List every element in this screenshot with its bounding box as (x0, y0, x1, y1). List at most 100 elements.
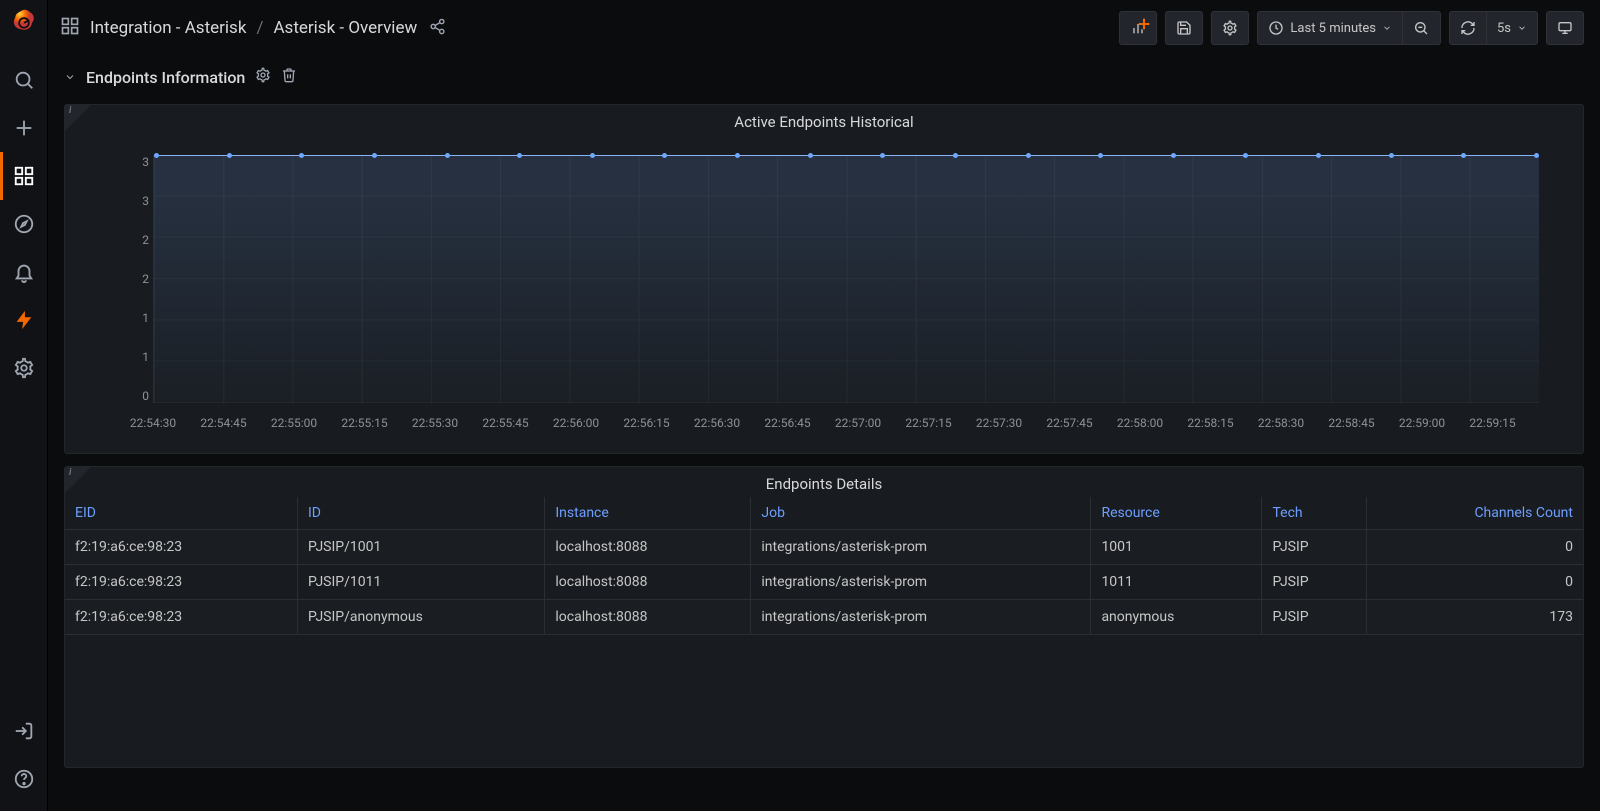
gear-icon (13, 357, 35, 379)
bell-icon (13, 261, 35, 283)
nav-search-button[interactable] (0, 56, 48, 104)
table-cell: integrations/asterisk-prom (751, 530, 1091, 565)
chart-area[interactable]: 3322110 22:54:3022:54:4522:55:0022:55:15… (65, 135, 1583, 435)
zoom-out-icon (1413, 20, 1429, 36)
refresh-interval-label: 5s (1497, 21, 1511, 36)
table-cell: f2:19:a6:ce:98:23 (65, 530, 297, 565)
time-picker: Last 5 minutes (1257, 11, 1441, 45)
table-cell: anonymous (1091, 600, 1262, 635)
table-row[interactable]: f2:19:a6:ce:98:23PJSIP/1011localhost:808… (65, 565, 1583, 600)
data-point (1026, 153, 1031, 158)
panel-title: Active Endpoints Historical (65, 105, 1583, 135)
chevron-down-icon (1517, 23, 1527, 33)
endpoints-details-table: EIDIDInstanceJobResourceTechChannels Cou… (65, 497, 1583, 635)
data-point (299, 153, 304, 158)
x-tick: 22:58:45 (1328, 416, 1374, 430)
y-tick: 2 (142, 272, 149, 286)
nav-help-button[interactable] (0, 755, 48, 803)
dashboard-settings-button[interactable] (1211, 11, 1249, 45)
data-point (880, 153, 885, 158)
gear-icon (1222, 20, 1238, 36)
y-tick: 3 (142, 194, 149, 208)
panel-info-handle[interactable] (65, 467, 91, 493)
table-header-cell[interactable]: Tech (1262, 497, 1366, 530)
table-cell: PJSIP (1262, 530, 1366, 565)
panel-endpoints-details[interactable]: Endpoints Details EIDIDInstanceJobResour… (64, 466, 1584, 768)
nav-dashboards-button[interactable] (0, 152, 48, 200)
data-point (808, 153, 813, 158)
nav-explore-button[interactable] (0, 200, 48, 248)
data-point (372, 153, 377, 158)
table-header-cell[interactable]: Job (751, 497, 1091, 530)
save-dashboard-button[interactable] (1165, 11, 1203, 45)
refresh-interval-button[interactable]: 5s (1487, 11, 1538, 45)
table-cell: f2:19:a6:ce:98:23 (65, 565, 297, 600)
x-tick: 22:59:15 (1469, 416, 1515, 430)
table-cell: localhost:8088 (545, 600, 751, 635)
table-row[interactable]: f2:19:a6:ce:98:23PJSIP/1001localhost:808… (65, 530, 1583, 565)
x-tick: 22:57:30 (976, 416, 1022, 430)
refresh-now-button[interactable] (1449, 11, 1487, 45)
table-cell: integrations/asterisk-prom (751, 600, 1091, 635)
x-tick: 22:55:00 (271, 416, 317, 430)
data-point (735, 153, 740, 158)
data-point (662, 153, 667, 158)
dashboard-body: Endpoints Information Active Endpoints H… (48, 62, 1600, 811)
x-tick: 22:58:15 (1187, 416, 1233, 430)
chevron-down-icon (1382, 23, 1392, 33)
table-cell: 1001 (1091, 530, 1262, 565)
data-point (1171, 153, 1176, 158)
help-icon (13, 768, 35, 790)
data-point (517, 153, 522, 158)
cycle-view-button[interactable] (1546, 11, 1584, 45)
table-cell: PJSIP (1262, 600, 1366, 635)
row-delete-button[interactable] (281, 67, 297, 87)
table-header-cell[interactable]: ID (297, 497, 544, 530)
data-point (1098, 153, 1103, 158)
row-settings-button[interactable] (255, 67, 271, 87)
share-button[interactable] (429, 18, 446, 39)
nav-incidents-button[interactable] (0, 296, 48, 344)
x-axis-ticks: 22:54:3022:54:4522:55:0022:55:1522:55:30… (153, 416, 1539, 430)
table-header-cell[interactable]: Instance (545, 497, 751, 530)
x-tick: 22:57:15 (905, 416, 951, 430)
compass-icon (13, 213, 35, 235)
row-header[interactable]: Endpoints Information (64, 62, 1584, 92)
signin-icon (13, 720, 35, 742)
table-header-cell[interactable]: EID (65, 497, 297, 530)
x-tick: 22:55:30 (412, 416, 458, 430)
data-point (227, 153, 232, 158)
table-header-cell[interactable]: Resource (1091, 497, 1262, 530)
chevron-down-icon (64, 68, 76, 87)
clock-icon (1268, 20, 1284, 36)
grafana-logo-icon[interactable] (10, 8, 38, 36)
data-point (1316, 153, 1321, 158)
add-panel-button[interactable] (1119, 11, 1157, 45)
x-tick: 22:56:15 (623, 416, 669, 430)
refresh-picker: 5s (1449, 11, 1538, 45)
nav-alerting-button[interactable] (0, 248, 48, 296)
table-row[interactable]: f2:19:a6:ce:98:23PJSIP/anonymouslocalhos… (65, 600, 1583, 635)
x-tick: 22:58:30 (1258, 416, 1304, 430)
zoom-out-button[interactable] (1403, 11, 1441, 45)
breadcrumb-parent[interactable]: Integration - Asterisk (90, 18, 246, 38)
nav-create-button[interactable] (0, 104, 48, 152)
nav-configuration-button[interactable] (0, 344, 48, 392)
nav-signin-button[interactable] (0, 707, 48, 755)
data-point (1534, 153, 1539, 158)
panel-title: Endpoints Details (65, 467, 1583, 497)
monitor-icon (1557, 20, 1573, 36)
data-point (1461, 153, 1466, 158)
plot-area (153, 155, 1539, 403)
panel-active-endpoints-historical[interactable]: Active Endpoints Historical 3322110 22:5… (64, 104, 1584, 454)
panel-info-handle[interactable] (65, 105, 91, 131)
time-range-button[interactable]: Last 5 minutes (1257, 11, 1403, 45)
x-tick: 22:54:30 (130, 416, 176, 430)
table-cell: localhost:8088 (545, 530, 751, 565)
table-header-row: EIDIDInstanceJobResourceTechChannels Cou… (65, 497, 1583, 530)
x-tick: 22:56:30 (694, 416, 740, 430)
y-tick: 1 (142, 311, 149, 325)
table-header-cell[interactable]: Channels Count (1366, 497, 1583, 530)
refresh-icon (1460, 20, 1476, 36)
data-point (590, 153, 595, 158)
